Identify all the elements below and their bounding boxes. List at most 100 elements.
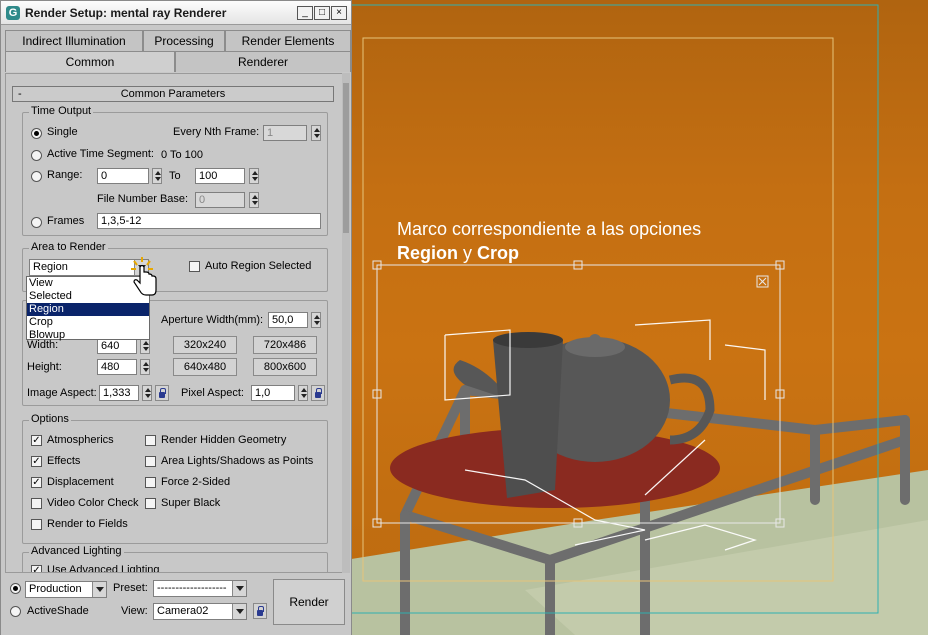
range-to-spinner[interactable] (249, 168, 259, 184)
video-color-check-checkbox[interactable] (31, 498, 42, 509)
super-black-label: Super Black (161, 497, 221, 509)
aperture-spinner[interactable] (311, 312, 321, 328)
render-to-fields-checkbox[interactable] (31, 519, 42, 530)
range-to-field[interactable]: 100 (195, 168, 245, 184)
preset-800x600-button[interactable]: 800x600 (253, 358, 317, 376)
aperture-label: Aperture Width(mm): (161, 314, 264, 326)
caption-y: y (458, 243, 478, 263)
viewport[interactable]: Marco correspondiente a las opciones Reg… (345, 0, 928, 635)
file-number-base-label: File Number Base: (97, 193, 189, 205)
caption-line-2: Region y Crop (397, 241, 701, 265)
render-button[interactable]: Render (273, 579, 345, 625)
common-parameters-rollout[interactable]: - Common Parameters (12, 86, 334, 102)
close-button[interactable]: × (331, 6, 347, 20)
view-lock-icon[interactable] (253, 603, 267, 619)
effects-label: Effects (47, 455, 81, 467)
image-aspect-lock-icon[interactable] (155, 385, 169, 401)
active-segment-label: Active Time Segment: (47, 148, 154, 160)
preset-value: ------------------- (157, 582, 227, 594)
render-hidden-geometry-label: Render Hidden Geometry (161, 434, 287, 446)
pixel-aspect-spinner[interactable] (298, 385, 308, 401)
pixel-aspect-field[interactable]: 1,0 (251, 385, 295, 401)
tab-render-elements[interactable]: Render Elements (225, 30, 351, 51)
height-field[interactable]: 480 (97, 359, 137, 375)
view-value: Camera02 (157, 605, 209, 617)
frames-label: Frames (47, 215, 85, 227)
render-hidden-geometry-checkbox[interactable] (145, 435, 156, 446)
caption-line-1: Marco correspondiente a las opciones (397, 219, 702, 239)
hand-pointer-icon (131, 257, 157, 296)
area-lights-checkbox[interactable] (145, 456, 156, 467)
viewport-scene (345, 4, 928, 635)
time-output-label: Time Output (29, 105, 94, 117)
time-output-group: Time Output Single Every Nth Frame: 1 Ac… (22, 105, 328, 236)
tab-renderer[interactable]: Renderer (175, 51, 351, 72)
atmospherics-checkbox[interactable]: ✓ (31, 435, 42, 446)
file-number-base-spinner[interactable] (249, 192, 259, 208)
tab-row-2: Common Renderer (5, 51, 351, 72)
displacement-label: Displacement (47, 476, 114, 488)
pixel-aspect-lock-icon[interactable] (311, 385, 325, 401)
chevron-down-icon (232, 581, 246, 596)
displacement-checkbox[interactable]: ✓ (31, 477, 42, 488)
force-2-sided-label: Force 2-Sided (161, 476, 231, 488)
tab-processing[interactable]: Processing (143, 30, 225, 51)
height-spinner[interactable] (140, 359, 150, 375)
area-to-render-label: Area to Render (29, 241, 108, 253)
image-aspect-spinner[interactable] (142, 385, 152, 401)
range-label: Range: (47, 169, 83, 181)
rollout-toggle[interactable]: - (18, 87, 22, 101)
dropdown-option-blowup[interactable]: Blowup (27, 329, 149, 342)
tab-indirect-illumination[interactable]: Indirect Illumination (5, 30, 143, 51)
super-black-checkbox[interactable] (145, 498, 156, 509)
production-value: Production (29, 583, 82, 595)
height-label: Height: (27, 361, 62, 373)
dropdown-option-crop[interactable]: Crop (27, 316, 149, 329)
auto-region-label: Auto Region Selected (205, 260, 312, 272)
app-icon: G (6, 6, 20, 20)
file-number-base-field[interactable]: 0 (195, 192, 245, 208)
video-color-check-label: Video Color Check (47, 497, 139, 509)
use-advanced-lighting-label: Use Advanced Lighting (47, 564, 160, 573)
preset-select[interactable]: ------------------- (153, 580, 247, 597)
single-radio[interactable] (31, 128, 42, 139)
dropdown-option-region[interactable]: Region (27, 303, 149, 316)
area-lights-label: Area Lights/Shadows as Points (161, 455, 314, 467)
tab-row-1: Indirect Illumination Processing Render … (5, 30, 351, 51)
scrollbar-thumb[interactable] (343, 83, 349, 233)
frames-radio[interactable] (31, 217, 42, 228)
effects-checkbox[interactable]: ✓ (31, 456, 42, 467)
title-bar[interactable]: G Render Setup: mental ray Renderer _ □ … (1, 1, 351, 25)
range-radio[interactable] (31, 171, 42, 182)
active-segment-radio[interactable] (31, 150, 42, 161)
frames-field[interactable]: 1,3,5-12 (97, 213, 321, 229)
use-advanced-lighting-checkbox[interactable]: ✓ (31, 565, 42, 572)
activeshade-radio[interactable] (10, 606, 21, 617)
preset-720x486-button[interactable]: 720x486 (253, 336, 317, 354)
maximize-button[interactable]: □ (314, 6, 330, 20)
preset-320x240-button[interactable]: 320x240 (173, 336, 237, 354)
production-select[interactable]: Production (25, 581, 107, 598)
every-nth-field[interactable]: 1 (263, 125, 307, 141)
area-to-render-value: Region (33, 261, 68, 273)
auto-region-checkbox[interactable] (189, 261, 200, 272)
every-nth-label: Every Nth Frame: (173, 126, 260, 138)
window-title: Render Setup: mental ray Renderer (25, 6, 227, 20)
range-from-field[interactable]: 0 (97, 168, 149, 184)
range-from-spinner[interactable] (152, 168, 162, 184)
tab-common[interactable]: Common (5, 51, 175, 72)
view-select[interactable]: Camera02 (153, 603, 247, 620)
production-radio[interactable] (10, 583, 21, 594)
caption-crop: Crop (477, 243, 520, 263)
aperture-field[interactable]: 50,0 (268, 312, 308, 328)
active-segment-value: 0 To 100 (161, 149, 204, 161)
caption-region: Region (397, 243, 458, 263)
force-2-sided-checkbox[interactable] (145, 477, 156, 488)
options-label: Options (29, 413, 71, 425)
panel-scrollbar[interactable] (342, 73, 350, 573)
image-aspect-field[interactable]: 1,333 (99, 385, 139, 401)
preset-640x480-button[interactable]: 640x480 (173, 358, 237, 376)
minimize-button[interactable]: _ (297, 6, 313, 20)
advanced-lighting-group: Advanced Lighting ✓ Use Advanced Lightin… (22, 545, 328, 573)
every-nth-spinner[interactable] (311, 125, 321, 141)
